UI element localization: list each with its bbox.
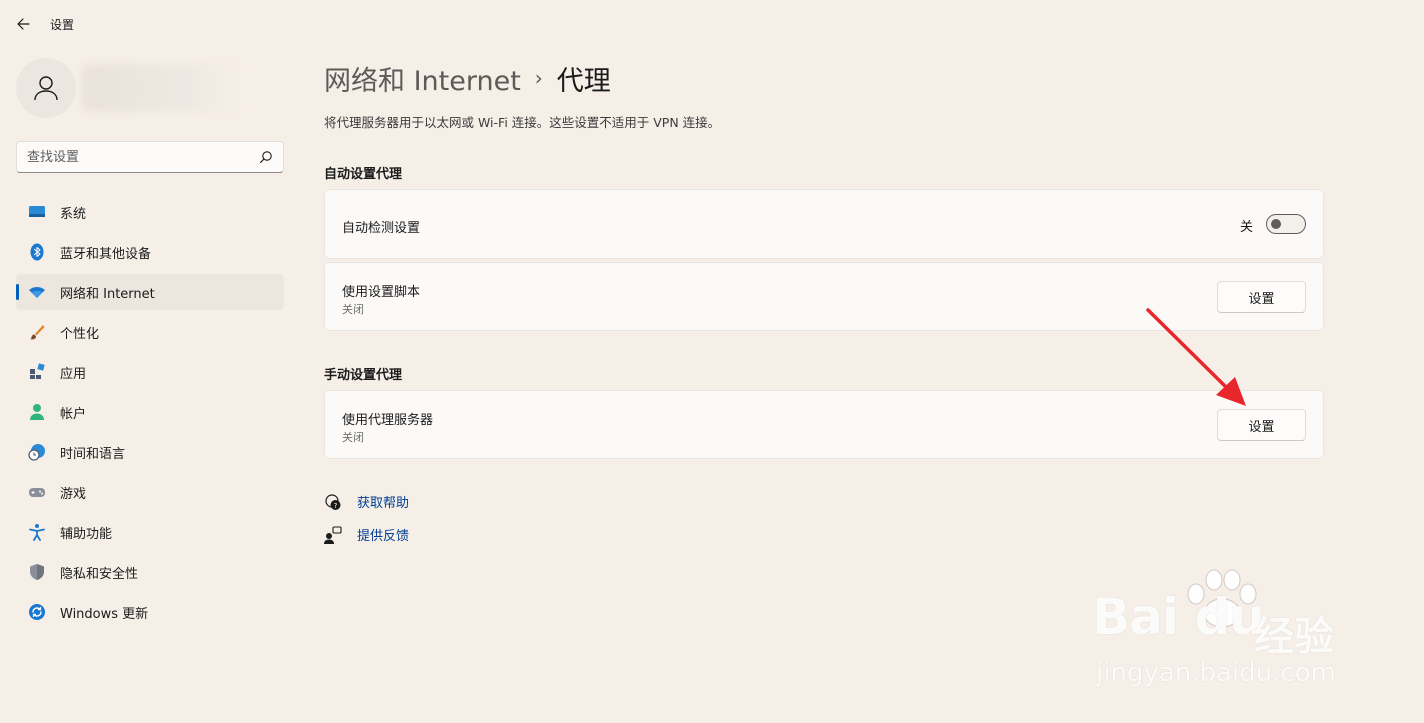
sidebar-nav: 系统 蓝牙和其他设备 网络和 Internet 个性化 应用 帐户 时间和语言 … <box>16 194 284 634</box>
page-description: 将代理服务器用于以太网或 Wi-Fi 连接。这些设置不适用于 VPN 连接。 <box>324 115 721 130</box>
sidebar-item-label: 时间和语言 <box>60 446 126 462</box>
sidebar-item-time-language[interactable]: 时间和语言 <box>16 434 284 470</box>
apps-icon <box>30 363 45 379</box>
feedback-icon <box>324 525 342 544</box>
gamepad-icon <box>29 488 45 497</box>
sync-icon <box>29 604 45 620</box>
baidu-watermark: Bai du 经验 jingyan.baidu.com <box>1090 566 1390 696</box>
sidebar-item-apps[interactable]: 应用 <box>16 354 284 390</box>
search-input[interactable] <box>27 146 247 168</box>
page-title: 代理 <box>556 65 611 97</box>
search-icon[interactable] <box>259 150 273 164</box>
sidebar-item-accessibility[interactable]: 辅助功能 <box>16 514 284 550</box>
watermark-brand-cn: 经验 <box>1254 614 1334 660</box>
auto-detect-title: 自动检测设置 <box>342 221 421 236</box>
sidebar-item-accounts[interactable]: 帐户 <box>16 394 284 430</box>
toggle-knob <box>1271 219 1281 229</box>
svg-text:?: ? <box>334 502 338 510</box>
sidebar-item-label: 个性化 <box>60 326 100 342</box>
sidebar-item-network[interactable]: 网络和 Internet <box>16 274 284 310</box>
monitor-icon <box>29 206 45 217</box>
sidebar-item-label: 蓝牙和其他设备 <box>60 246 152 262</box>
back-button[interactable] <box>12 12 36 36</box>
sidebar-item-privacy-security[interactable]: 隐私和安全性 <box>16 554 284 590</box>
sidebar-item-personalization[interactable]: 个性化 <box>16 314 284 350</box>
user-profile[interactable] <box>16 58 286 118</box>
proxy-server-status: 关闭 <box>342 431 364 444</box>
sidebar-item-system[interactable]: 系统 <box>16 194 284 230</box>
sidebar-item-windows-update[interactable]: Windows 更新 <box>16 594 284 630</box>
sidebar-item-label: 系统 <box>60 206 87 222</box>
sidebar-item-label: 网络和 Internet <box>60 286 155 302</box>
sidebar-item-label: Windows 更新 <box>60 606 149 622</box>
globe-clock-icon <box>28 444 45 461</box>
watermark-url: jingyan.baidu.com <box>1096 658 1336 688</box>
back-arrow-icon <box>17 18 30 30</box>
account-icon <box>30 404 44 420</box>
proxy-server-card: 使用代理服务器 关闭 设置 <box>324 390 1324 459</box>
setup-script-status: 关闭 <box>342 303 364 316</box>
shield-icon <box>30 564 44 580</box>
feedback-link[interactable]: 提供反馈 <box>324 525 409 544</box>
setup-script-card: 使用设置脚本 关闭 设置 <box>324 262 1324 331</box>
watermark-brand: Bai du <box>1092 588 1265 646</box>
sidebar-item-label: 隐私和安全性 <box>60 566 139 582</box>
get-help-text[interactable]: 获取帮助 <box>357 492 409 511</box>
sidebar-item-label: 游戏 <box>60 486 87 502</box>
sidebar-item-label: 帐户 <box>60 406 87 422</box>
get-help-link[interactable]: ? 获取帮助 <box>324 492 409 511</box>
avatar <box>16 58 76 118</box>
brush-icon <box>30 325 45 340</box>
toggle-state-label: 关 <box>1239 220 1253 235</box>
sidebar-item-label: 应用 <box>60 366 87 382</box>
proxy-server-setup-button[interactable]: 设置 <box>1217 409 1306 441</box>
sidebar-item-bluetooth[interactable]: 蓝牙和其他设备 <box>16 234 284 270</box>
wifi-icon <box>29 287 45 298</box>
app-title: 设置 <box>50 18 75 32</box>
sidebar: 系统 蓝牙和其他设备 网络和 Internet 个性化 <box>0 48 300 723</box>
breadcrumb: 网络和 Internet › 代理 <box>324 58 611 98</box>
paw-logo-icon <box>1187 569 1257 628</box>
proxy-server-title: 使用代理服务器 <box>342 413 434 428</box>
search-box[interactable] <box>16 141 284 173</box>
setup-script-title: 使用设置脚本 <box>342 285 421 300</box>
person-icon <box>34 76 58 101</box>
breadcrumb-separator: › <box>534 66 543 90</box>
title-bar: 设置 <box>0 0 1424 48</box>
blurred-user-info <box>82 64 242 112</box>
bluetooth-icon <box>30 243 44 261</box>
sidebar-item-label: 辅助功能 <box>60 526 113 542</box>
auto-detect-toggle[interactable] <box>1266 214 1306 234</box>
auto-detect-card: 自动检测设置 关 <box>324 189 1324 259</box>
sidebar-item-gaming[interactable]: 游戏 <box>16 474 284 510</box>
setup-script-button[interactable]: 设置 <box>1217 281 1306 313</box>
accessibility-icon <box>29 524 45 541</box>
feedback-text[interactable]: 提供反馈 <box>357 525 409 544</box>
section-title-auto: 自动设置代理 <box>324 167 403 182</box>
breadcrumb-parent[interactable]: 网络和 Internet <box>324 59 521 98</box>
section-title-manual: 手动设置代理 <box>324 368 403 383</box>
help-chat-icon: ? <box>325 493 341 510</box>
